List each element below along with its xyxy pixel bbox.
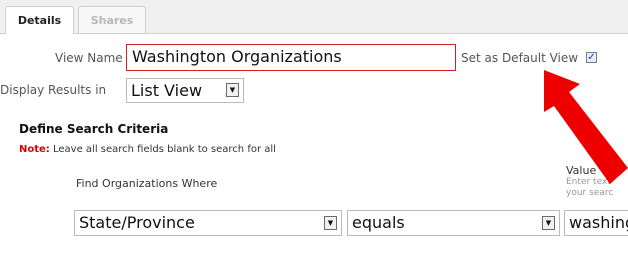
check-icon: ✓ (587, 52, 596, 63)
tab-bar: Details Shares (0, 0, 628, 34)
view-name-label: View Name (55, 51, 123, 65)
chevron-down-icon[interactable]: ▼ (324, 216, 337, 230)
view-name-value: Washington Organizations (132, 47, 342, 66)
display-results-label: Display Results in (0, 83, 107, 97)
operator-select-value: equals (352, 213, 405, 232)
criteria-note: Note: Leave all search fields blank to s… (19, 144, 276, 155)
value-input[interactable]: washing (564, 210, 628, 236)
criteria-heading: Define Search Criteria (19, 122, 169, 136)
tab-details[interactable]: Details (5, 6, 74, 34)
find-label: Find Organizations Where (76, 177, 218, 190)
field-select-value: State/Province (79, 213, 195, 232)
note-key: Note: (19, 144, 50, 155)
operator-select[interactable]: equals ▼ (347, 210, 560, 236)
view-name-input[interactable]: Washington Organizations (126, 44, 456, 71)
value-input-text: washing (569, 213, 628, 232)
chevron-down-icon[interactable]: ▼ (542, 216, 555, 230)
note-text: Leave all search fields blank to search … (49, 144, 276, 155)
display-results-value: List View (131, 81, 203, 100)
default-view-checkbox[interactable]: ✓ (586, 52, 597, 63)
tab-details-label: Details (17, 14, 62, 27)
chevron-down-icon[interactable]: ▼ (226, 83, 239, 97)
tab-shares-label: Shares (90, 13, 134, 27)
default-view-label: Set as Default View (461, 51, 579, 65)
tab-shares[interactable]: Shares (78, 6, 146, 33)
display-results-select[interactable]: List View ▼ (126, 78, 244, 103)
red-arrow-icon (544, 70, 628, 184)
field-select[interactable]: State/Province ▼ (74, 210, 342, 236)
